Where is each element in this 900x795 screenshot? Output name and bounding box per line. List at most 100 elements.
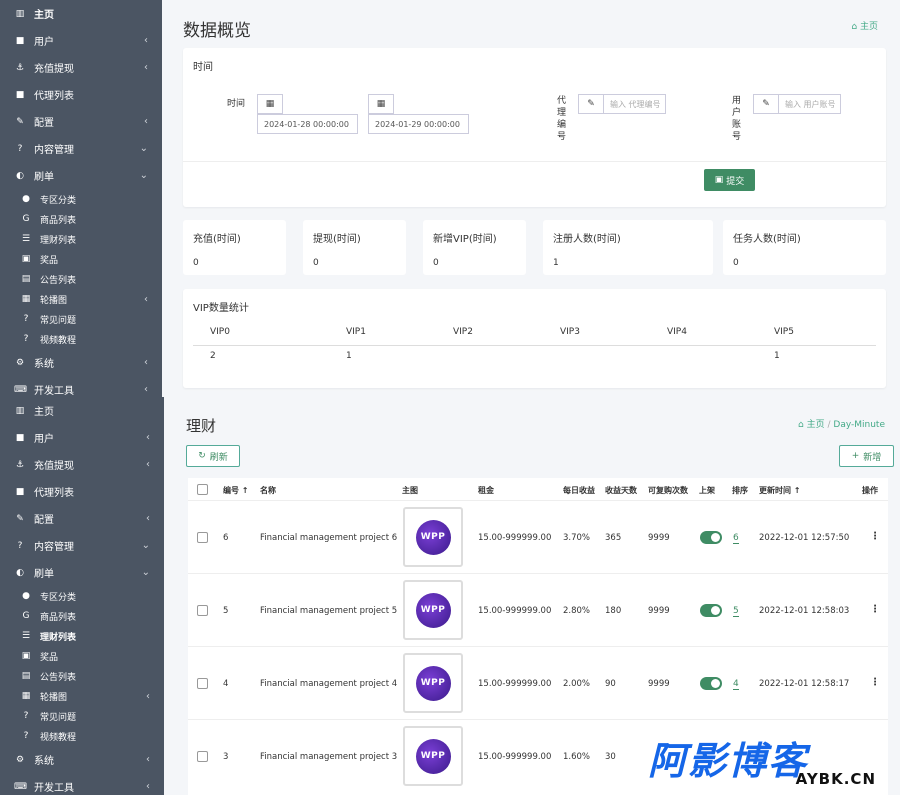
sidebar-item-label: 刷单 — [34, 569, 54, 580]
sidebar-item[interactable]: ? 视频教程 — [0, 726, 164, 746]
product-image[interactable]: WPP — [403, 507, 463, 567]
user-input[interactable]: 输入 用户账号 — [778, 94, 841, 114]
sidebar-item[interactable]: ■ 用户 ‹ — [0, 424, 164, 451]
sidebar-item-label: 代理列表 — [34, 488, 74, 499]
sidebar-item-label: 理财列表 — [40, 632, 77, 643]
sidebar-item[interactable]: ▣ 奖品 — [0, 646, 164, 666]
listed-toggle[interactable] — [700, 531, 722, 544]
cell-rebuy: 9999 — [648, 533, 670, 543]
sidebar-item[interactable]: ? 常见问题 — [0, 309, 162, 329]
sort-value[interactable]: 6 — [733, 533, 739, 544]
sidebar-item[interactable]: ⚓ 充值提现 ‹ — [0, 451, 164, 478]
watermark-logo: 阿影博客 — [648, 739, 809, 783]
sidebar-item[interactable]: ◐ 刷单 ⌄ — [0, 559, 164, 586]
more-actions-icon[interactable]: ⋮ — [870, 531, 880, 542]
user-box-icon: ■ — [15, 486, 25, 497]
sidebar-item[interactable]: ☰ 理财列表 — [0, 229, 162, 249]
chevron-left-icon: ‹ — [146, 513, 150, 524]
sidebar-item[interactable]: G 商品列表 — [0, 209, 162, 229]
sidebar-item[interactable]: ? 内容管理 ⌄ — [0, 532, 164, 559]
list-icon: ☰ — [21, 631, 31, 641]
cell-updated: 2022-12-01 12:58:17 — [759, 679, 850, 689]
sidebar-item[interactable]: ◐ 刷单 ⌄ — [0, 162, 162, 189]
sidebar-item[interactable]: ▦ 轮播图 ‹ — [0, 686, 164, 706]
sidebar-item[interactable]: ✎ 配置 ‹ — [0, 108, 162, 135]
sidebar-item[interactable]: ▥ 主页 — [0, 0, 162, 27]
sidebar-item[interactable]: ■ 代理列表 — [0, 81, 162, 108]
more-actions-icon[interactable]: ⋮ — [870, 677, 880, 688]
breadcrumb[interactable]: ⌂ 主页 — [851, 19, 878, 32]
wpp-logo: WPP — [415, 519, 451, 555]
calendar-icon[interactable]: ▦ — [257, 94, 283, 114]
listed-toggle[interactable] — [700, 677, 722, 690]
more-actions-icon[interactable]: ⋮ — [870, 604, 880, 615]
column-header: 收益天数 — [605, 486, 637, 495]
breadcrumb-home[interactable]: 主页 — [860, 22, 878, 32]
save-icon: ▣ — [714, 175, 724, 185]
sidebar-item[interactable]: ⌨ 开发工具 ‹ — [0, 773, 164, 795]
sidebar-item[interactable]: ■ 用户 ‹ — [0, 27, 162, 54]
sidebar-item[interactable]: ▤ 公告列表 — [0, 269, 162, 289]
sidebar-item[interactable]: ▣ 奖品 — [0, 249, 162, 269]
row-checkbox[interactable] — [197, 678, 208, 689]
keyboard-icon: ⌨ — [14, 384, 27, 395]
row-checkbox[interactable] — [197, 751, 208, 762]
sidebar-item[interactable]: ● 专区分类 — [0, 189, 162, 209]
sidebar-item[interactable]: ? 内容管理 ⌄ — [0, 135, 162, 162]
refresh-button[interactable]: ↻ 刷新 — [186, 445, 240, 467]
product-image[interactable]: WPP — [403, 726, 463, 786]
listed-toggle[interactable] — [700, 604, 722, 617]
sidebar-item[interactable]: ▥ 主页 — [0, 397, 164, 424]
cell-id: 4 — [223, 679, 229, 689]
select-all-checkbox[interactable] — [197, 484, 208, 495]
column-header: 租金 — [478, 486, 494, 495]
chevron-left-icon: ‹ — [144, 116, 148, 127]
sidebar-item[interactable]: G 商品列表 — [0, 606, 164, 626]
row-checkbox[interactable] — [197, 605, 208, 616]
sidebar-item[interactable]: ▤ 公告列表 — [0, 666, 164, 686]
chevron-left-icon: ‹ — [144, 384, 148, 395]
sidebar-item[interactable]: ⚓ 充值提现 ‹ — [0, 54, 162, 81]
sort-value[interactable]: 4 — [733, 679, 739, 690]
sidebar-item-label: 专区分类 — [40, 592, 77, 603]
column-header[interactable]: 更新时间 ↑ — [759, 485, 801, 496]
product-image[interactable]: WPP — [403, 580, 463, 640]
stat-card: 任务人数(时间) 0 — [723, 220, 886, 275]
column-header: 可复购次数 — [648, 486, 688, 495]
stat-card: 注册人数(时间) 1 — [543, 220, 713, 275]
calendar-icon[interactable]: ▦ — [368, 94, 394, 114]
submit-button[interactable]: ▣ 提交 — [704, 169, 755, 191]
sidebar-item-label: 配置 — [34, 515, 54, 526]
cell-id: 5 — [223, 606, 229, 616]
sidebar-item-label: 奖品 — [40, 255, 59, 266]
start-date-input[interactable]: 2024-01-28 00:00:00 — [257, 114, 358, 134]
sidebar-item[interactable]: ⚙ 系统 ‹ — [0, 349, 162, 376]
money-icon: ▣ — [21, 254, 31, 264]
sort-value[interactable]: 5 — [733, 606, 739, 617]
chevron-left-icon: ‹ — [144, 62, 148, 73]
cell-price: 15.00-999999.00 — [478, 679, 552, 689]
add-button[interactable]: + 新增 — [839, 445, 894, 467]
sidebar-item[interactable]: ☰ 理财列表 — [0, 626, 164, 646]
sidebar-item[interactable]: ? 常见问题 — [0, 706, 164, 726]
cell-days: 90 — [605, 679, 616, 689]
sidebar-item[interactable]: ▦ 轮播图 ‹ — [0, 289, 162, 309]
gear-icon: ⚙ — [15, 754, 25, 765]
sidebar-item[interactable]: ? 视频教程 — [0, 329, 162, 349]
sidebar-item[interactable]: ● 专区分类 — [0, 586, 164, 606]
row-checkbox[interactable] — [197, 532, 208, 543]
agent-input[interactable]: 输入 代理编号 — [603, 94, 666, 114]
table-row: 5 Financial management project 5 15.00-999… — [188, 573, 888, 646]
column-header[interactable]: 编号 ↑ — [223, 485, 249, 496]
sidebar-item[interactable]: ✎ 配置 ‹ — [0, 505, 164, 532]
product-image[interactable]: WPP — [403, 653, 463, 713]
breadcrumb-home[interactable]: 主页 — [807, 420, 825, 430]
sidebar-item[interactable]: ■ 代理列表 — [0, 478, 164, 505]
sidebar-item-label: 视频教程 — [40, 732, 77, 743]
chevron-left-icon: ‹ — [146, 690, 150, 702]
sidebar-bottom: ▥ 主页 ■ 用户 ‹ ⚓ 充值提现 ‹ ■ 代理列表 ✎ 配置 ‹? 内容管理 ⌄ ◐ 刷单 ⌄ ● 专区分类 G 商品… — [0, 397, 164, 795]
sidebar-item[interactable]: ⚙ 系统 ‹ — [0, 746, 164, 773]
end-date-input[interactable]: 2024-01-29 00:00:00 — [368, 114, 469, 134]
plus-icon: + — [851, 451, 860, 461]
question-icon: ? — [23, 334, 29, 344]
